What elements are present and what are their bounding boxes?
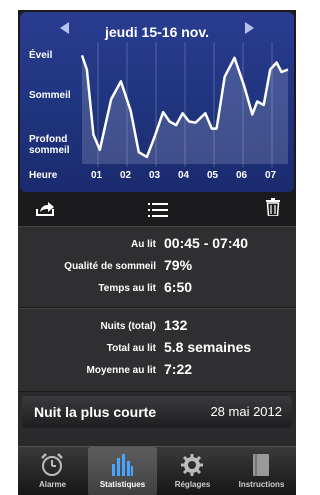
stat-label: Temps au lit: [98, 283, 156, 294]
trash-icon[interactable]: [266, 198, 280, 221]
total-value: 132: [164, 317, 188, 333]
total-row: Moyenne au lit 7:22: [18, 361, 296, 381]
x-tick-label: 06: [236, 170, 248, 181]
x-tick-label: 01: [91, 170, 103, 181]
stat-row: Au lit 00:45 - 07:40: [18, 235, 296, 255]
stat-row: Temps au lit 6:50: [18, 279, 296, 299]
x-tick-label: 02: [120, 170, 132, 181]
stat-label: Au lit: [131, 239, 156, 250]
x-tick-label: 04: [178, 170, 190, 181]
x-tick-label: 07: [265, 170, 277, 181]
total-label: Total au lit: [106, 343, 156, 354]
tab-label: Instructions: [238, 480, 285, 489]
x-tick-label: 03: [149, 170, 161, 181]
share-icon[interactable]: [34, 200, 56, 223]
stat-value: 79%: [164, 257, 193, 273]
total-row: Nuits (total) 132: [18, 317, 296, 337]
tab-alarme[interactable]: Alarme: [18, 447, 87, 495]
sleep-curve-plot: [80, 42, 289, 167]
tab-instructions[interactable]: Instructions: [227, 447, 296, 495]
app-screen: jeudi 15-16 nov. Éveil Sommeil Profond s…: [18, 10, 296, 495]
stat-value: 00:45 - 07:40: [164, 235, 249, 251]
total-label: Nuits (total): [100, 321, 156, 332]
stat-label: Qualité de sommeil: [64, 261, 156, 272]
book-icon: [253, 454, 269, 476]
sleep-chart: jeudi 15-16 nov. Éveil Sommeil Profond s…: [20, 12, 294, 192]
stat-row: Qualité de sommeil 79%: [18, 257, 296, 277]
total-row: Total au lit 5.8 semaines: [18, 339, 296, 359]
banner-date: 28 mai 2012: [210, 404, 282, 419]
bar-chart-icon: [112, 454, 133, 476]
total-value: 7:22: [164, 361, 193, 377]
shortest-night-banner[interactable]: Nuit la plus courte 28 mai 2012: [22, 396, 292, 428]
x-tick-label: 05: [207, 170, 219, 181]
list-icon[interactable]: [148, 203, 168, 222]
gear-icon: [181, 454, 203, 476]
tab-bar: Alarme Statistiques Réglages Instruction…: [18, 446, 296, 495]
stat-value: 6:50: [164, 279, 193, 295]
tab-statistiques[interactable]: Statistiques: [88, 447, 157, 495]
chart-panel: jeudi 15-16 nov. Éveil Sommeil Profond s…: [18, 10, 296, 232]
tab-label: Réglages: [174, 480, 211, 489]
tab-label: Statistiques: [99, 480, 146, 489]
night-stats-card: Au lit 00:45 - 07:40 Qualité de sommeil …: [18, 226, 296, 308]
x-axis-label: Heure: [29, 170, 58, 181]
alarm-clock-icon: [41, 453, 63, 476]
banner-title: Nuit la plus courte: [34, 404, 157, 420]
total-value: 5.8 semaines: [164, 339, 252, 355]
tab-label: Alarme: [38, 480, 67, 489]
chart-toolbar: [18, 194, 296, 230]
total-label: Moyenne au lit: [86, 365, 156, 376]
tab-reglages[interactable]: Réglages: [158, 447, 227, 495]
totals-card: Nuits (total) 132 Total au lit 5.8 semai…: [18, 308, 296, 392]
